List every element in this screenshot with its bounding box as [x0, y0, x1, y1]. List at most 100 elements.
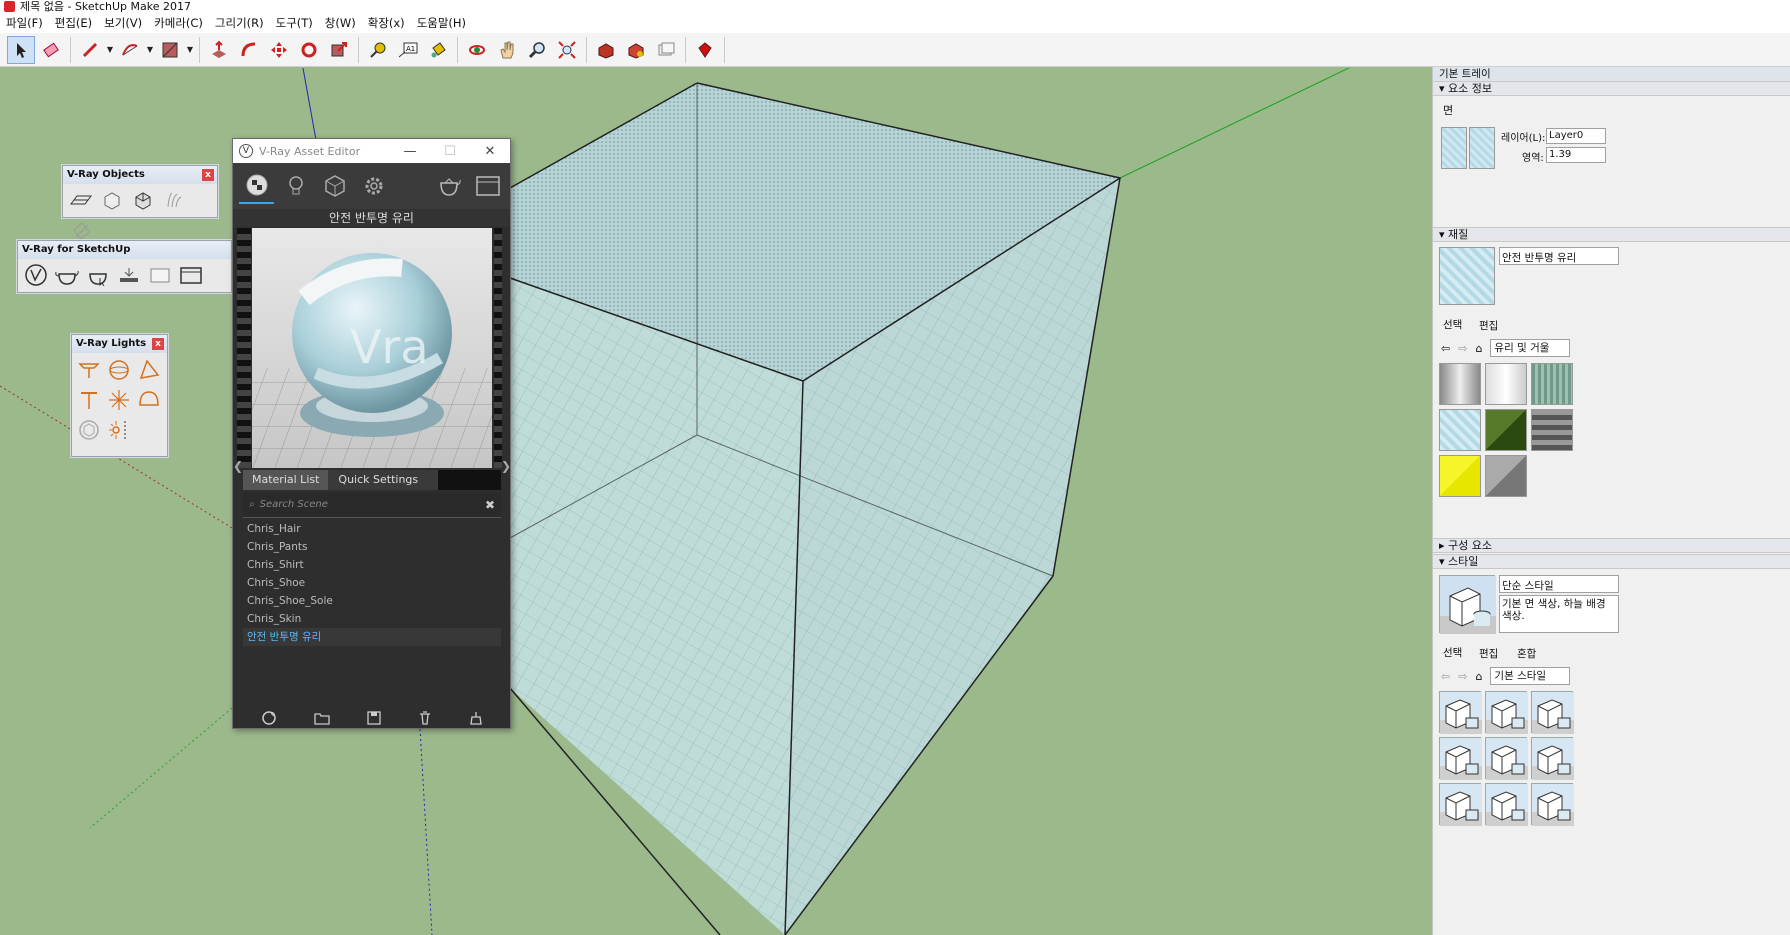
- back-arrow-icon[interactable]: ⇦: [1441, 670, 1450, 683]
- scale-tool-icon[interactable]: [325, 36, 353, 64]
- menu-edit[interactable]: 편집(E): [49, 13, 98, 33]
- styles-header[interactable]: ▾ 스타일: [1433, 554, 1790, 569]
- entity-info-header[interactable]: ▾ 요소 정보: [1433, 81, 1790, 96]
- front-material-swatch[interactable]: [1441, 127, 1467, 169]
- back-arrow-icon[interactable]: ⇦: [1441, 342, 1450, 355]
- tab-quick-settings[interactable]: Quick Settings: [328, 470, 439, 490]
- mesh-light-icon[interactable]: [75, 416, 103, 444]
- style-description-field[interactable]: 기본 면 색상, 하늘 배경 색상.: [1499, 595, 1619, 633]
- style-thumbnail[interactable]: [1439, 737, 1482, 780]
- cloud-render-icon[interactable]: [115, 261, 143, 289]
- omni-light-icon[interactable]: [105, 386, 133, 414]
- list-item[interactable]: Chris_Skin: [243, 610, 501, 628]
- menu-window[interactable]: 창(W): [319, 13, 362, 33]
- menu-camera[interactable]: 카메라(C): [148, 13, 209, 33]
- style-thumbnail[interactable]: [1439, 691, 1482, 734]
- interactive-render-icon[interactable]: [84, 261, 112, 289]
- tape-measure-tool-icon[interactable]: [364, 36, 392, 64]
- move-tool-icon[interactable]: [265, 36, 293, 64]
- current-material-thumbnail[interactable]: [1439, 247, 1495, 305]
- render-teapot-tab-icon[interactable]: [432, 168, 467, 204]
- materials-tab-icon[interactable]: [239, 168, 275, 204]
- follow-me-tool-icon[interactable]: [235, 36, 263, 64]
- text-tool-icon[interactable]: A1: [394, 36, 422, 64]
- extension-manager-tool-icon[interactable]: [691, 36, 719, 64]
- material-swatch[interactable]: [1531, 363, 1573, 405]
- vray-objects-close-button[interactable]: x: [202, 169, 214, 181]
- spot-light-icon[interactable]: [135, 356, 163, 384]
- list-item[interactable]: Chris_Hair: [243, 520, 501, 538]
- save-icon[interactable]: [367, 710, 381, 728]
- style-thumbnail[interactable]: [1485, 737, 1528, 780]
- orbit-tool-icon[interactable]: [463, 36, 491, 64]
- vray-lights-close-button[interactable]: x: [152, 338, 164, 350]
- list-item[interactable]: Chris_Shirt: [243, 556, 501, 574]
- style-library-select[interactable]: 기본 스타일: [1490, 667, 1571, 685]
- rectangle-light-icon[interactable]: [75, 356, 103, 384]
- home-icon[interactable]: ⌂: [1475, 670, 1482, 683]
- proxy-import-icon[interactable]: [129, 186, 157, 214]
- forward-arrow-icon[interactable]: ⇨: [1458, 342, 1467, 355]
- zoom-tool-icon[interactable]: [523, 36, 551, 64]
- menu-view[interactable]: 보기(V): [98, 13, 148, 33]
- menu-help[interactable]: 도움말(H): [411, 13, 472, 33]
- maximize-icon[interactable]: ☐: [430, 144, 470, 159]
- preview-left-arrow-icon[interactable]: ❮: [233, 459, 243, 473]
- material-name-field[interactable]: 안전 반투명 유리: [1499, 247, 1619, 265]
- select-tool-icon[interactable]: [7, 35, 35, 64]
- zoom-extents-tool-icon[interactable]: [553, 36, 581, 64]
- material-swatch[interactable]: [1485, 363, 1527, 405]
- frame-buffer-small-icon[interactable]: [146, 261, 174, 289]
- list-item[interactable]: Chris_Pants: [243, 538, 501, 556]
- current-style-thumbnail[interactable]: [1439, 575, 1496, 634]
- pan-tool-icon[interactable]: [493, 36, 521, 64]
- menu-draw[interactable]: 그리기(R): [209, 13, 270, 33]
- purge-icon[interactable]: [469, 711, 483, 728]
- proxy-export-icon[interactable]: [98, 186, 126, 214]
- vray-lights-title[interactable]: V-Ray Lights x: [72, 335, 167, 353]
- vray-for-sketchup-toolbar[interactable]: V-Ray for SketchUp: [17, 240, 232, 293]
- material-swatch[interactable]: [1439, 455, 1481, 497]
- arc-dropdown-icon[interactable]: ▼: [145, 45, 155, 54]
- styles-tab-select[interactable]: 선택: [1443, 645, 1462, 660]
- menu-extensions[interactable]: 확장(x): [362, 13, 411, 33]
- frame-buffer-tab-icon[interactable]: [471, 168, 506, 204]
- extension-warehouse-tool-icon[interactable]: [622, 36, 650, 64]
- home-icon[interactable]: ⌂: [1475, 342, 1482, 355]
- asset-editor-titlebar[interactable]: V V-Ray Asset Editor — ☐ ✕: [233, 139, 510, 163]
- material-swatch[interactable]: [1531, 409, 1573, 451]
- render-teapot-icon[interactable]: [53, 261, 81, 289]
- list-item-selected[interactable]: 안전 반투명 유리: [243, 628, 501, 646]
- styles-tab-mix[interactable]: 혼합: [1517, 646, 1536, 661]
- list-item[interactable]: Chris_Shoe_Sole: [243, 592, 501, 610]
- material-swatch[interactable]: [1439, 409, 1481, 451]
- rotate-tool-icon[interactable]: [295, 36, 323, 64]
- warehouse-tool-icon[interactable]: [592, 36, 620, 64]
- back-material-swatch[interactable]: [1469, 127, 1495, 169]
- arc-tool-icon[interactable]: [116, 36, 144, 64]
- close-icon[interactable]: ✕: [470, 144, 510, 159]
- styles-tab-edit[interactable]: 편집: [1479, 646, 1498, 661]
- asset-editor-icon[interactable]: [22, 261, 50, 289]
- fur-icon[interactable]: [160, 186, 188, 214]
- paint-bucket-tool-icon[interactable]: [424, 36, 452, 64]
- vray-lights-toolbar[interactable]: V-Ray Lights x: [71, 334, 168, 457]
- add-material-icon[interactable]: [261, 710, 277, 729]
- vray-objects-title[interactable]: V-Ray Objects x: [63, 166, 217, 184]
- rectangle-dropdown-icon[interactable]: ▼: [185, 45, 195, 54]
- pencil-tool-icon[interactable]: [76, 36, 104, 64]
- dome-light-icon[interactable]: [135, 386, 163, 414]
- sphere-light-icon[interactable]: [105, 356, 133, 384]
- material-library-select[interactable]: 유리 및 거울: [1490, 339, 1571, 357]
- rectangle-tool-icon[interactable]: [156, 36, 184, 64]
- default-tray[interactable]: 기본 트레이 ▾ 요소 정보 면 레이어(L): Layer0 영역: 1.39…: [1432, 67, 1790, 935]
- style-name-field[interactable]: 단순 스타일: [1499, 575, 1619, 593]
- vray-asset-editor[interactable]: V V-Ray Asset Editor — ☐ ✕ 안전 반투명 유리 Vra…: [232, 138, 511, 729]
- frame-buffer-icon[interactable]: [177, 261, 205, 289]
- materials-header[interactable]: ▾ 재질: [1433, 227, 1790, 242]
- delete-icon[interactable]: [418, 710, 432, 728]
- materials-tab-edit[interactable]: 편집: [1479, 318, 1498, 333]
- materials-tab-select[interactable]: 선택: [1443, 317, 1462, 332]
- vray-objects-toolbar[interactable]: V-Ray Objects x: [62, 165, 218, 240]
- material-preview[interactable]: Vra: [252, 228, 492, 468]
